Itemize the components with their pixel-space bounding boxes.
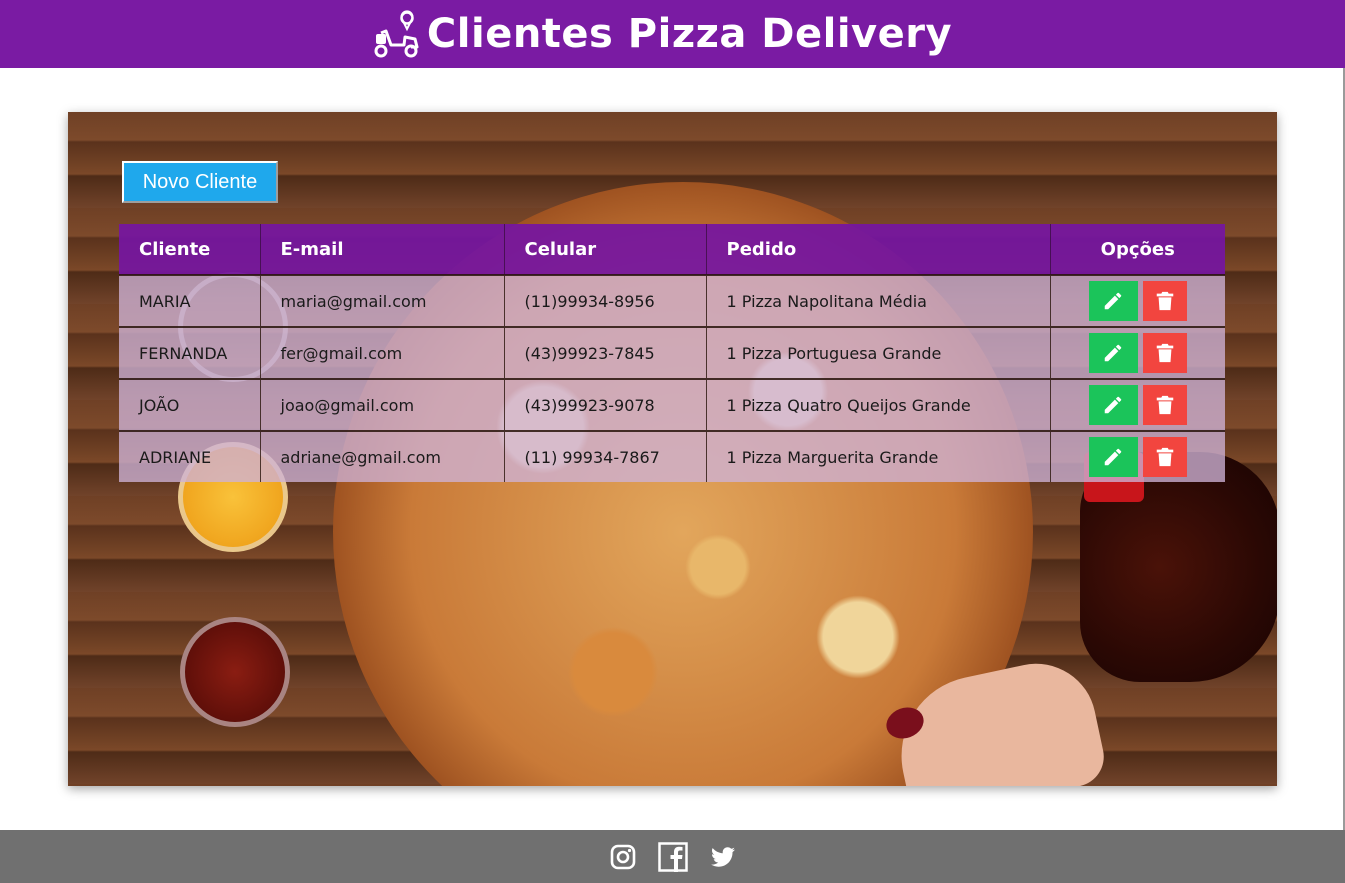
pencil-icon (1102, 446, 1124, 468)
cell-options (1050, 378, 1226, 431)
trash-icon (1154, 394, 1176, 416)
delete-button[interactable] (1142, 385, 1187, 425)
cell-email: fer@gmail.com (260, 326, 505, 379)
ketchup-cup-image (180, 617, 290, 727)
trash-icon (1154, 290, 1176, 312)
trash-icon (1154, 342, 1176, 364)
edit-button[interactable] (1088, 333, 1138, 373)
scooter-delivery-icon (374, 10, 419, 58)
column-header-email: E-mail (260, 224, 505, 275)
edit-button[interactable] (1088, 385, 1138, 425)
delete-button[interactable] (1142, 281, 1187, 321)
cell-cliente: JOÃO (119, 378, 261, 431)
table-row: JOÃO joao@gmail.com (43)99923-9078 1 Pizza … (119, 378, 1226, 431)
table-header-row: Cliente E-mail Celular Pedido Opções (119, 224, 1225, 275)
cell-pedido: 1 Pizza Portuguesa Grande (706, 326, 1051, 379)
table-row: FERNANDA fer@gmail.com (43)99923-7845 1 Piz… (119, 326, 1226, 379)
edit-button[interactable] (1088, 281, 1138, 321)
cell-email: adriane@gmail.com (260, 430, 505, 482)
clients-table: Cliente E-mail Celular Pedido Opções MAR… (119, 224, 1225, 482)
row-actions (1051, 333, 1226, 373)
header-bar: Clientes Pizza Delivery (0, 0, 1345, 68)
cell-email: joao@gmail.com (260, 378, 505, 431)
cell-celular: (11) 99934-7867 (504, 430, 707, 482)
cell-pedido: 1 Pizza Napolitana Média (706, 274, 1051, 327)
row-actions (1051, 281, 1226, 321)
edit-button[interactable] (1088, 437, 1138, 477)
column-header-opcoes: Opções (1050, 224, 1225, 275)
facebook-icon[interactable] (657, 841, 688, 872)
cell-pedido: 1 Pizza Marguerita Grande (706, 430, 1051, 482)
cell-celular: (43)99923-9078 (504, 378, 707, 431)
cell-options (1050, 274, 1226, 327)
pencil-icon (1102, 342, 1124, 364)
delete-button[interactable] (1142, 437, 1187, 477)
pencil-icon (1102, 290, 1124, 312)
twitter-icon[interactable] (710, 844, 736, 870)
page-title: Clientes Pizza Delivery (426, 11, 953, 57)
row-actions (1051, 385, 1226, 425)
instagram-icon[interactable] (610, 844, 636, 870)
column-header-pedido: Pedido (706, 224, 1051, 275)
cell-celular: (43)99923-7845 (504, 326, 707, 379)
cell-options (1050, 326, 1226, 379)
footer-bar (0, 830, 1345, 883)
column-header-celular: Celular (504, 224, 707, 275)
cell-pedido: 1 Pizza Quatro Queijos Grande (706, 378, 1051, 431)
table-row: MARIA maria@gmail.com (11)99934-8956 1 Pizz… (119, 274, 1226, 327)
new-client-button[interactable]: Novo Cliente (122, 161, 278, 203)
cell-options (1050, 430, 1226, 482)
row-actions (1051, 437, 1226, 477)
cell-cliente: MARIA (119, 274, 261, 327)
cell-cliente: ADRIANE (119, 430, 261, 482)
cell-email: maria@gmail.com (260, 274, 505, 327)
trash-icon (1154, 446, 1176, 468)
delete-button[interactable] (1142, 333, 1187, 373)
cell-cliente: FERNANDA (119, 326, 261, 379)
header-brand: Clientes Pizza Delivery (371, 9, 952, 59)
cell-celular: (11)99934-8956 (504, 274, 707, 327)
pencil-icon (1102, 394, 1124, 416)
table-row: ADRIANE adriane@gmail.com (11) 99934-7867 1… (119, 430, 1226, 482)
column-header-cliente: Cliente (119, 224, 261, 275)
